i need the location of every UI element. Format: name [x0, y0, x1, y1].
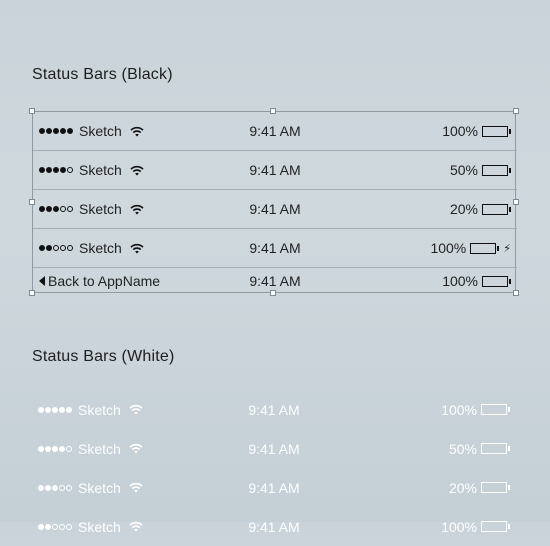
- battery-group: 20%: [449, 468, 510, 507]
- battery-icon: [482, 203, 511, 215]
- status-bar-row[interactable]: Sketch 9:41 AM 50%: [33, 151, 517, 190]
- status-bar-row[interactable]: Sketch 9:41 AM 100%: [32, 390, 516, 429]
- status-bar-row[interactable]: Sketch 9:41 AM 50%: [32, 429, 516, 468]
- battery-percent: 50%: [449, 162, 478, 178]
- status-bars-black-group[interactable]: Sketch 9:41 AM 100% Sketch 9:41 AM 50% S…: [32, 111, 517, 294]
- status-bar-row[interactable]: Sketch 9:41 AM 100% ⚡: [33, 229, 517, 268]
- status-bars-white-group[interactable]: Sketch 9:41 AM 100% Sketch 9:41 AM 50% S…: [32, 390, 516, 535]
- battery-icon: [470, 242, 500, 254]
- battery-percent: 100%: [441, 401, 477, 418]
- resize-handle-middle-right[interactable]: [513, 199, 519, 205]
- battery-percent: 100%: [442, 123, 478, 139]
- battery-group: 100%: [441, 507, 510, 546]
- section-title-white: Status Bars (White): [32, 348, 175, 365]
- battery-percent: 50%: [448, 440, 477, 457]
- battery-group: 100%: [441, 390, 510, 429]
- battery-group: 50%: [450, 151, 511, 189]
- section-title-black: Status Bars (Black): [32, 66, 173, 83]
- resize-handle-top-left[interactable]: [29, 108, 35, 114]
- battery-icon: [481, 443, 510, 454]
- battery-group: 50%: [449, 429, 510, 468]
- time-label: 9:41 AM: [249, 201, 301, 217]
- battery-percent: 20%: [449, 201, 478, 217]
- battery-icon: [482, 275, 511, 287]
- battery-group: 100%: [442, 112, 511, 150]
- battery-percent: 100%: [442, 273, 478, 289]
- resize-handle-top-right[interactable]: [513, 108, 519, 114]
- battery-group: 20%: [450, 190, 511, 228]
- battery-percent: 100%: [441, 518, 477, 535]
- status-bar-row[interactable]: Sketch 9:41 AM 100%: [32, 507, 516, 546]
- resize-handle-bottom-right[interactable]: [513, 290, 519, 296]
- status-bar-row[interactable]: Sketch 9:41 AM 20%: [32, 468, 516, 507]
- status-bar-row[interactable]: Sketch 9:41 AM 20%: [33, 190, 517, 229]
- battery-icon: [482, 164, 511, 176]
- battery-percent: 100%: [430, 240, 467, 256]
- time-label: 9:41 AM: [249, 162, 301, 178]
- battery-icon: [482, 125, 511, 137]
- battery-icon: [481, 482, 510, 493]
- battery-icon: [481, 521, 510, 532]
- resize-handle-middle-left[interactable]: [29, 199, 35, 205]
- battery-icon: [481, 404, 510, 415]
- battery-group: 100% ⚡: [430, 229, 511, 267]
- resize-handle-bottom-middle[interactable]: [270, 290, 276, 296]
- time-label: 9:41 AM: [248, 440, 300, 457]
- resize-handle-bottom-left[interactable]: [29, 290, 35, 296]
- charging-bolt-icon: ⚡: [503, 242, 511, 255]
- time-label: 9:41 AM: [248, 479, 300, 496]
- resize-handle-top-middle[interactable]: [270, 108, 276, 114]
- battery-percent: 20%: [448, 479, 477, 496]
- battery-group: 100%: [442, 268, 511, 294]
- status-bar-row[interactable]: Sketch 9:41 AM 100%: [33, 112, 517, 151]
